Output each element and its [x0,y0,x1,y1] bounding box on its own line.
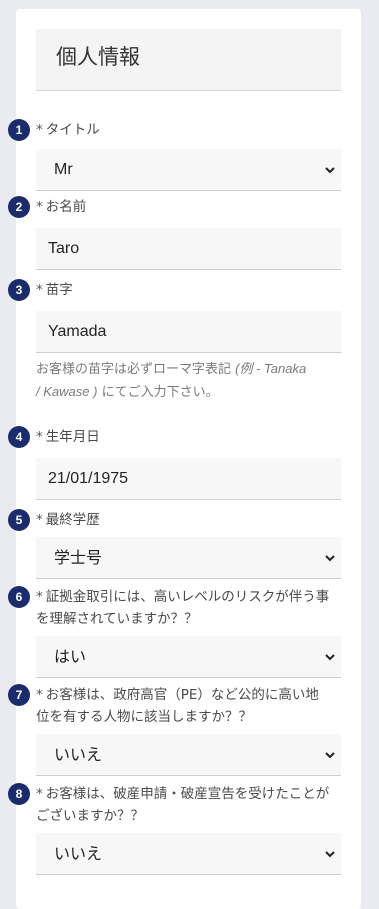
education-select[interactable]: 学士号 [36,537,341,579]
section-header: 個人情報 [36,29,341,91]
chevron-down-icon [325,752,335,759]
pep-question-label: * お客様は、政府高官（PE）など公的に高い地 位を有する人物に該当しますか？？ [36,687,319,725]
step-badge-7: 7 [8,684,30,706]
step-badge-5: 5 [8,509,30,531]
bankruptcy-select[interactable]: いいえ [36,833,341,875]
surname-hint: お客様の苗字は必ずローマ字表記 (例 - Tanaka / Kawase ) にて… [36,361,307,400]
section-title: 個人情報 [56,45,140,69]
step-badge-8: 8 [8,783,30,805]
title-select[interactable]: Mr [36,149,341,191]
chevron-down-icon [325,167,335,174]
pep-select[interactable]: いいえ [36,734,341,776]
step-badge-2: 2 [8,196,30,218]
step-badge-6: 6 [8,586,30,608]
risk-question-label: * 証拠金取引には、高いレベルのリスクが伴う事 を理解されていますか？？ [36,589,330,627]
step-badge-1: 1 [8,119,30,141]
birth-date-label: * 生年月日 [36,429,100,445]
bankruptcy-question-label: * お客様は、破産申請・破産宣告を受けたことが ございますか？？ [36,786,330,824]
risk-select[interactable]: はい [36,636,341,678]
chevron-down-icon [325,851,335,858]
step-badge-4: 4 [8,426,30,448]
surname-label: * 苗字 [36,282,73,298]
title-label: * タイトル [36,122,100,138]
chevron-down-icon [325,555,335,562]
chevron-down-icon [325,654,335,661]
first-name-input[interactable]: Taro [36,228,341,270]
step-badge-3: 3 [8,279,30,301]
education-label: * 最終学歴 [36,512,100,528]
birth-date-input[interactable]: 21/01/1975 [36,458,341,500]
surname-input[interactable]: Yamada [36,311,341,353]
first-name-label: * お名前 [36,199,87,215]
